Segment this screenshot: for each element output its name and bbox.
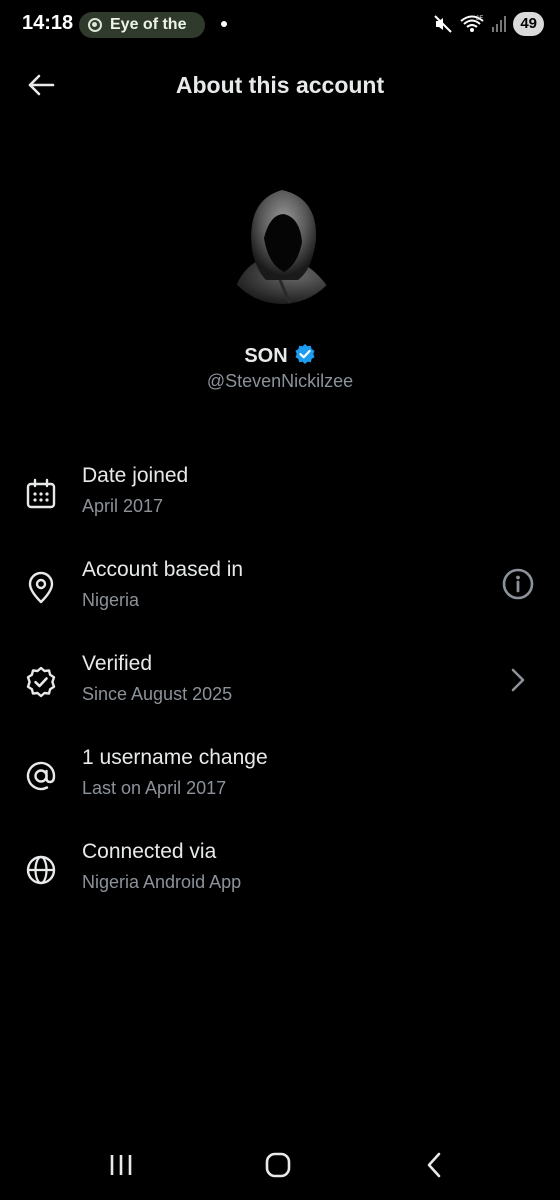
- svg-text:6E: 6E: [476, 16, 483, 22]
- profile-handle: @StevenNickilzee: [206, 371, 354, 391]
- status-icons: 6E 49: [433, 12, 544, 36]
- calendar-icon: [26, 478, 56, 509]
- info-label: 1 username change: [82, 746, 268, 769]
- profile-name: SON: [244, 345, 288, 367]
- info-label: Date joined: [82, 464, 189, 487]
- info-row-verified[interactable]: Verified Since August 2025: [0, 652, 560, 722]
- media-title: Eye of the: [110, 16, 187, 33]
- verified-badge-outline-icon: [26, 666, 56, 698]
- profile-name-row: SON: [0, 343, 560, 368]
- battery-level: 49: [513, 12, 544, 36]
- info-label: Connected via: [82, 840, 217, 863]
- info-row-date-joined: Date joined April 2017: [0, 464, 560, 534]
- signal-icon: [492, 16, 507, 32]
- info-label: Verified: [82, 652, 153, 675]
- mute-icon: [434, 15, 453, 33]
- wifi-icon: 6E: [460, 15, 484, 32]
- avatar[interactable]: [220, 180, 344, 304]
- info-row-account-based-in: Account based in Nigeria: [0, 558, 560, 628]
- verified-badge-icon: [295, 344, 315, 364]
- location-pin-icon: [28, 571, 54, 604]
- page-title: About this account: [175, 72, 385, 98]
- info-value: Nigeria Android App: [82, 872, 242, 892]
- info-value: Since August 2025: [82, 684, 233, 704]
- info-row-username-change: 1 username change Last on April 2017: [0, 746, 560, 816]
- notification-dot-icon: [221, 21, 227, 27]
- status-time: 14:18: [22, 12, 74, 34]
- globe-icon: [26, 855, 56, 885]
- media-app-icon: [88, 18, 102, 32]
- media-playback-chip[interactable]: Eye of the: [79, 12, 205, 38]
- at-sign-icon: [26, 761, 56, 791]
- hooded-figure-image: [220, 180, 344, 304]
- system-nav-bar: [0, 1130, 560, 1200]
- status-bar: 14:18 Eye of the 6E 49: [0, 0, 560, 52]
- back-nav-icon[interactable]: [414, 1148, 454, 1182]
- info-label: Account based in: [82, 558, 244, 581]
- info-icon[interactable]: [500, 566, 536, 602]
- info-value: Nigeria: [82, 590, 140, 610]
- info-value: Last on April 2017: [82, 778, 227, 798]
- info-value: April 2017: [82, 496, 164, 516]
- recent-apps-icon[interactable]: [101, 1148, 141, 1182]
- chevron-right-icon[interactable]: [500, 662, 536, 698]
- info-row-connected-via: Connected via Nigeria Android App: [0, 840, 560, 910]
- home-icon[interactable]: [258, 1148, 298, 1182]
